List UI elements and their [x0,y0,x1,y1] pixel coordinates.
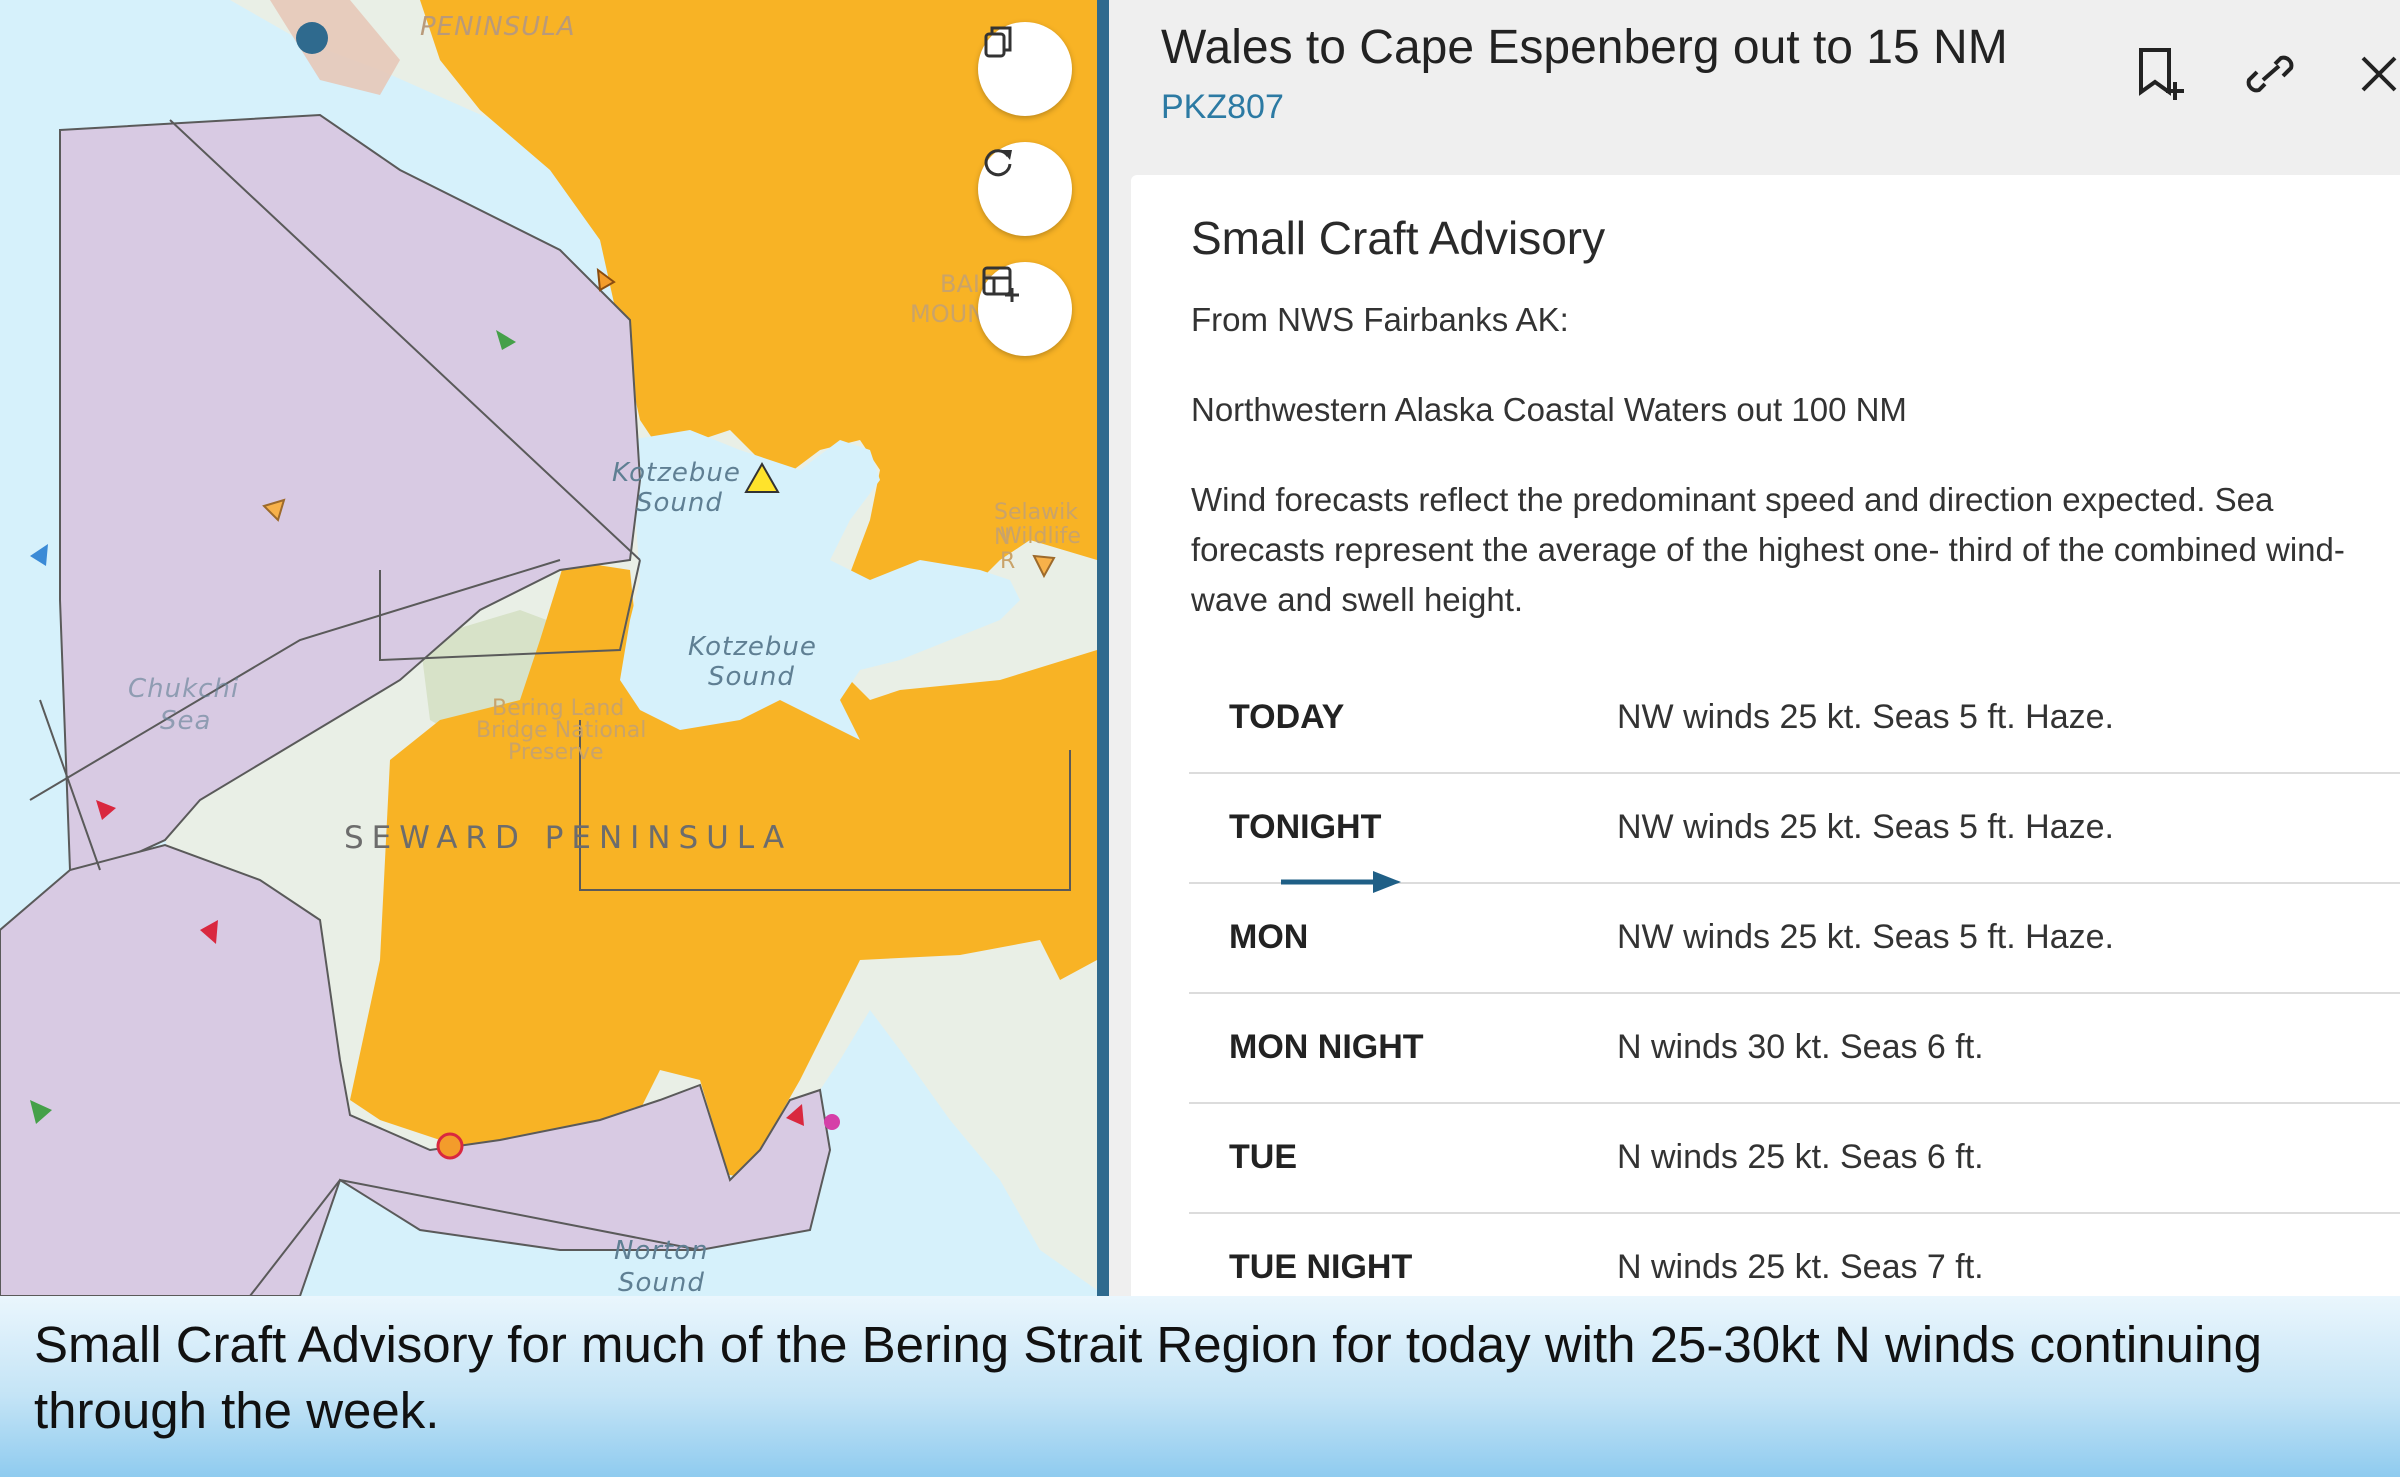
copy-icon [984,26,1012,58]
map-label-kotzebue-upper: Kotzebue [612,458,741,488]
copy-button[interactable] [978,22,1072,116]
map-label-selawik-2: Wildlife R [1000,524,1081,574]
map-label-peninsula: PENINSULA [420,12,576,42]
add-table-button[interactable] [978,262,1072,356]
refresh-button[interactable] [978,142,1072,236]
forecast-row: MON NIGHT N winds 30 kt. Seas 6 ft. [1189,992,2400,1104]
forecast-row: MON NW winds 25 kt. Seas 5 ft. Haze. [1189,882,2400,994]
marker-blue [30,544,48,566]
panel-title: Wales to Cape Espenberg out to 15 NM [1161,21,2008,74]
map-label-kotzebue-2: Sound [708,662,795,692]
marker-orange-4 [436,1132,464,1160]
panel-divider[interactable] [1097,0,1109,1296]
map-canvas[interactable] [0,0,1097,1296]
map-label-bering-land-3: Preserve [508,740,604,765]
map-label-kotzebue: Kotzebue [688,632,817,662]
bookmark-add-icon [2139,48,2184,100]
forecast-period: MON [1229,918,1309,956]
bookmark-add-button[interactable] [2133,44,2189,104]
zone-code-link[interactable]: PKZ807 [1161,88,1284,127]
forecast-row: TUE N winds 25 kt. Seas 6 ft. [1189,1102,2400,1214]
map-label-chukchi-2: Sea [160,706,212,736]
advisory-source: From NWS Fairbanks AK: [1191,301,1569,338]
advisory-description: Wind forecasts reflect the predominant s… [1191,481,2345,618]
caption-text: Small Craft Advisory for much of the Ber… [34,1316,2263,1439]
close-button[interactable] [2359,44,2400,104]
forecast-period: TUE [1229,1138,1297,1176]
forecast-period: TUE NIGHT [1229,1248,1413,1286]
table-add-icon [982,266,1019,302]
forecast-text: N winds 30 kt. Seas 6 ft. [1617,1028,1984,1066]
caption-bar: Small Craft Advisory for much of the Ber… [0,1296,2400,1477]
advisory-title: Small Craft Advisory [1191,212,1606,264]
forecast-row: TUE NIGHT N winds 25 kt. Seas 7 ft. [1189,1212,2400,1296]
advisory-area: Northwestern Alaska Coastal Waters out 1… [1191,391,1907,428]
forecast-text: NW winds 25 kt. Seas 5 ft. Haze. [1617,918,2114,956]
map-label-norton: Norton [614,1236,709,1266]
map-label-norton-2: Sound [618,1268,705,1296]
forecast-period: TODAY [1229,698,1345,736]
advisory-card: Small Craft Advisory From NWS Fairbanks … [1131,175,2400,1296]
forecast-text: NW winds 25 kt. Seas 5 ft. Haze. [1617,698,2114,736]
zone-panel: Wales to Cape Espenberg out to 15 NM PKZ… [1109,0,2400,1296]
arrow-right-icon [1281,871,1401,893]
map-label-seward-peninsula: SEWARD PENINSULA [344,820,793,856]
map-label-kotzebue-upper-2: Sound [636,488,723,518]
forecast-period: MON NIGHT [1229,1028,1424,1066]
refresh-icon [984,149,1012,177]
link-icon [2246,55,2294,93]
forecast-period: TONIGHT [1229,808,1382,846]
close-icon [2361,56,2397,92]
link-button[interactable] [2243,44,2299,104]
forecast-text: N winds 25 kt. Seas 7 ft. [1617,1248,1984,1286]
marker-magenta [824,1114,840,1130]
forecast-row: TODAY NW winds 25 kt. Seas 5 ft. Haze. [1189,662,2400,774]
forecast-text: NW winds 25 kt. Seas 5 ft. Haze. [1617,808,2114,846]
map-label-chukchi: Chukchi [128,674,240,704]
marker-diamond [296,22,328,54]
map-view[interactable]: PENINSULA Kotzebue Sound Kotzebue Sound … [0,0,1097,1296]
forecast-text: N winds 25 kt. Seas 6 ft. [1617,1138,1984,1176]
